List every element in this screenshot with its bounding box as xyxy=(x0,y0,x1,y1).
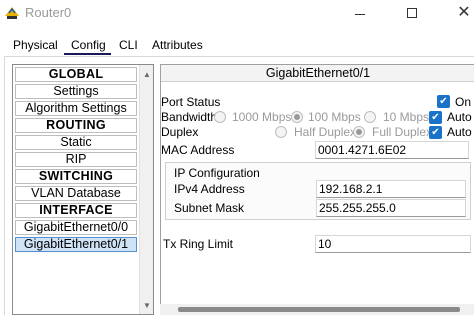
scroll-down-icon[interactable]: ▼ xyxy=(143,301,151,310)
full-duplex-label: Full Duplex xyxy=(372,125,433,139)
tab-physical[interactable]: Physical xyxy=(13,38,58,52)
nav-item-gigabitethernet0-0[interactable]: GigabitEthernet0/0 xyxy=(15,220,137,235)
nav-section-global: GLOBAL xyxy=(15,67,137,82)
mac-address-field[interactable]: 0001.4271.6E02 xyxy=(315,141,469,159)
bandwidth-1000-label: 1000 Mbps xyxy=(232,110,292,124)
nav-item-algorithm-settings[interactable]: Algorithm Settings xyxy=(15,101,137,116)
nav-item-rip[interactable]: RIP xyxy=(15,152,137,167)
ip-configuration-label: IP Configuration xyxy=(174,166,260,180)
nav-section-switching: SWITCHING xyxy=(15,169,137,184)
nav-item-static[interactable]: Static xyxy=(15,135,137,150)
port-status-label: Port Status xyxy=(161,95,221,109)
tx-ring-limit-label: Tx Ring Limit xyxy=(163,237,234,251)
nav-item-gigabitethernet0-1[interactable]: GigabitEthernet0/1 xyxy=(15,237,137,252)
router-app-icon xyxy=(5,7,19,19)
half-duplex-label: Half Duplex xyxy=(294,125,357,139)
maximize-icon xyxy=(407,8,417,18)
tab-config[interactable]: Config xyxy=(71,38,106,52)
bandwidth-100-radio[interactable] xyxy=(291,111,303,123)
bandwidth-10-label: 10 Mbps xyxy=(383,110,430,124)
mac-address-label: MAC Address xyxy=(161,143,235,157)
content-horizontal-scrollbar[interactable] xyxy=(160,304,474,315)
tx-ring-limit-input[interactable]: 10 xyxy=(315,235,471,253)
minimize-button[interactable] xyxy=(342,2,378,24)
tab-cli[interactable]: CLI xyxy=(119,38,138,52)
bandwidth-auto-label: Auto xyxy=(447,110,472,124)
config-nav: GLOBAL Settings Algorithm Settings ROUTI… xyxy=(12,64,154,315)
subnet-mask-label: Subnet Mask xyxy=(174,201,245,215)
subnet-mask-input[interactable]: 255.255.255.0 xyxy=(316,199,466,217)
half-duplex-radio[interactable] xyxy=(275,126,287,138)
full-duplex-radio[interactable] xyxy=(353,126,365,138)
nav-item-vlan-database[interactable]: VLAN Database xyxy=(15,186,137,201)
close-icon: ✕ xyxy=(457,4,471,21)
scroll-up-icon[interactable]: ▲ xyxy=(143,70,151,79)
duplex-label: Duplex xyxy=(161,125,199,139)
ipv4-address-label: IPv4 Address xyxy=(174,182,245,196)
tab-attributes[interactable]: Attributes xyxy=(152,38,203,52)
interface-title: GigabitEthernet0/1 xyxy=(161,65,474,82)
ip-configuration-group: IP Configuration IPv4 Address 192.168.2.… xyxy=(165,162,471,220)
bandwidth-auto-checkbox[interactable]: ✔ xyxy=(429,111,442,124)
tab-bar: Physical Config CLI Attributes xyxy=(0,36,474,56)
nav-section-routing: ROUTING xyxy=(15,118,137,133)
title-bar: Router0 ✕ xyxy=(0,0,474,28)
maximize-button[interactable] xyxy=(394,2,430,24)
nav-section-interface: INTERFACE xyxy=(15,203,137,218)
nav-item-settings[interactable]: Settings xyxy=(15,84,137,99)
bandwidth-100-label: 100 Mbps xyxy=(308,110,361,124)
bandwidth-1000-radio[interactable] xyxy=(214,111,226,123)
interface-config-panel: GigabitEthernet0/1 Port Status ✔ On Band… xyxy=(160,64,474,315)
ipv4-address-input[interactable]: 192.168.2.1 xyxy=(316,180,466,198)
duplex-auto-label: Auto xyxy=(447,125,472,139)
bandwidth-10-radio[interactable] xyxy=(364,111,376,123)
minimize-icon xyxy=(355,14,365,15)
window-title: Router0 xyxy=(25,5,72,20)
scrollbar-thumb[interactable] xyxy=(178,307,460,312)
active-tab-indicator xyxy=(64,53,111,55)
duplex-auto-checkbox[interactable]: ✔ xyxy=(429,126,442,139)
port-status-on-label: On xyxy=(455,95,472,109)
bandwidth-label: Bandwidth xyxy=(161,110,218,124)
close-button[interactable]: ✕ xyxy=(446,2,474,24)
port-status-checkbox[interactable]: ✔ xyxy=(437,95,450,108)
nav-scrollbar[interactable]: ▲ ▼ xyxy=(139,65,153,314)
